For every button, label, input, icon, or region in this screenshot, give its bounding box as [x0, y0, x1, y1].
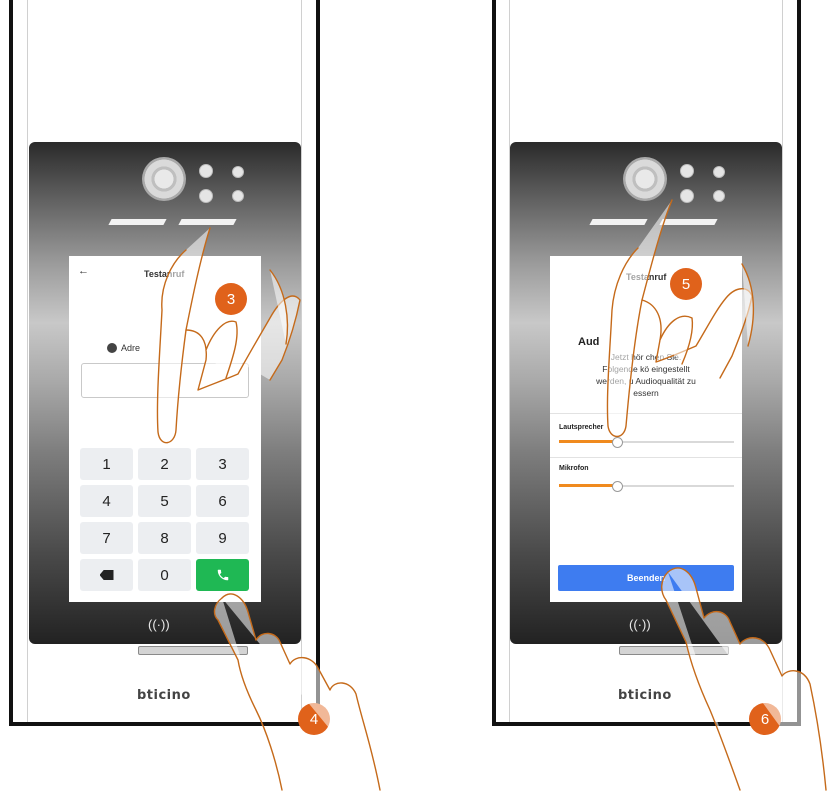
microphone-slider-fill: [559, 484, 617, 487]
step-badge-5: 5: [670, 268, 702, 300]
backspace-key[interactable]: [80, 559, 133, 591]
camera-lens: [142, 157, 186, 201]
sensor-light-icon: [199, 189, 213, 203]
speaker-slot: [178, 219, 237, 225]
step-badge-3: 3: [215, 283, 247, 315]
speaker-slot: [108, 219, 167, 225]
audio-text-line-3: werden, u Audioqualität zu: [596, 376, 696, 386]
speaker-label: Lautsprecher: [559, 424, 604, 431]
step-badge-6: 6: [749, 703, 781, 735]
right-intercom-device: Testanruf Aud Jetzt hör chen Sie. Folgen…: [481, 0, 811, 735]
key-5[interactable]: 5: [138, 485, 191, 517]
key-0[interactable]: 0: [138, 559, 191, 591]
speaker-slider-thumb[interactable]: [612, 437, 623, 448]
address-row: Adre: [107, 343, 140, 353]
device-inner-line-right: [782, 0, 783, 722]
left-intercom-device: ← Testanruf Adre 1 2 3 4 5 6 7 8 9 0 ((·…: [0, 0, 330, 735]
backspace-icon: [99, 570, 114, 580]
phone-icon: [217, 569, 228, 581]
touch-screen: Testanruf Aud Jetzt hör chen Sie. Folgen…: [550, 256, 742, 602]
microphone-label: Mikrofon: [559, 465, 589, 472]
screen-title: Testanruf: [144, 269, 185, 279]
phone-book-icon: [107, 343, 117, 353]
device-frame-right-edge: [316, 0, 320, 726]
key-2[interactable]: 2: [138, 448, 191, 480]
nfc-reader-icon[interactable]: ((·)): [148, 617, 170, 632]
key-1[interactable]: 1: [80, 448, 133, 480]
key-8[interactable]: 8: [138, 522, 191, 554]
sensor-light-icon: [680, 189, 694, 203]
back-arrow-icon[interactable]: ←: [78, 265, 89, 277]
screen-title: Testanruf: [626, 272, 667, 282]
indicator-led-icon: [232, 190, 244, 202]
key-4[interactable]: 4: [80, 485, 133, 517]
sensor-light-icon: [199, 164, 213, 178]
indicator-led-icon: [713, 190, 725, 202]
key-7[interactable]: 7: [80, 522, 133, 554]
card-slot: [138, 646, 248, 655]
address-input[interactable]: [81, 363, 249, 398]
indicator-led-icon: [232, 166, 244, 178]
audio-heading: Aud: [578, 336, 600, 348]
call-button[interactable]: [196, 559, 249, 591]
audio-text-line-4: essern: [633, 388, 659, 398]
device-inner-line-left: [27, 0, 28, 722]
address-label: Adre: [121, 343, 141, 353]
key-3[interactable]: 3: [196, 448, 249, 480]
device-frame-left-edge: [9, 0, 13, 726]
device-frame-right-edge: [797, 0, 801, 726]
key-9[interactable]: 9: [196, 522, 249, 554]
end-button[interactable]: Beenden: [558, 565, 734, 591]
brand-logo: bticino: [137, 688, 191, 703]
divider: [550, 457, 742, 458]
device-frame-bottom: [9, 722, 320, 726]
speaker-slider-fill: [559, 440, 617, 443]
speaker-slot: [659, 219, 718, 225]
brand-logo: bticino: [618, 688, 672, 703]
nfc-reader-icon[interactable]: ((·)): [629, 617, 651, 632]
audio-text-line-2: Folgende kö eingestellt: [602, 364, 690, 374]
microphone-slider-thumb[interactable]: [612, 481, 623, 492]
divider: [550, 413, 742, 414]
sensor-light-icon: [680, 164, 694, 178]
camera-lens: [623, 157, 667, 201]
speaker-slot: [589, 219, 648, 225]
device-inner-line-right: [301, 0, 302, 722]
indicator-led-icon: [713, 166, 725, 178]
key-6[interactable]: 6: [196, 485, 249, 517]
step-badge-4: 4: [298, 703, 330, 735]
device-frame-left-edge: [492, 0, 496, 726]
audio-text-line-1: Jetzt hör chen Sie.: [610, 352, 682, 362]
card-slot: [619, 646, 729, 655]
